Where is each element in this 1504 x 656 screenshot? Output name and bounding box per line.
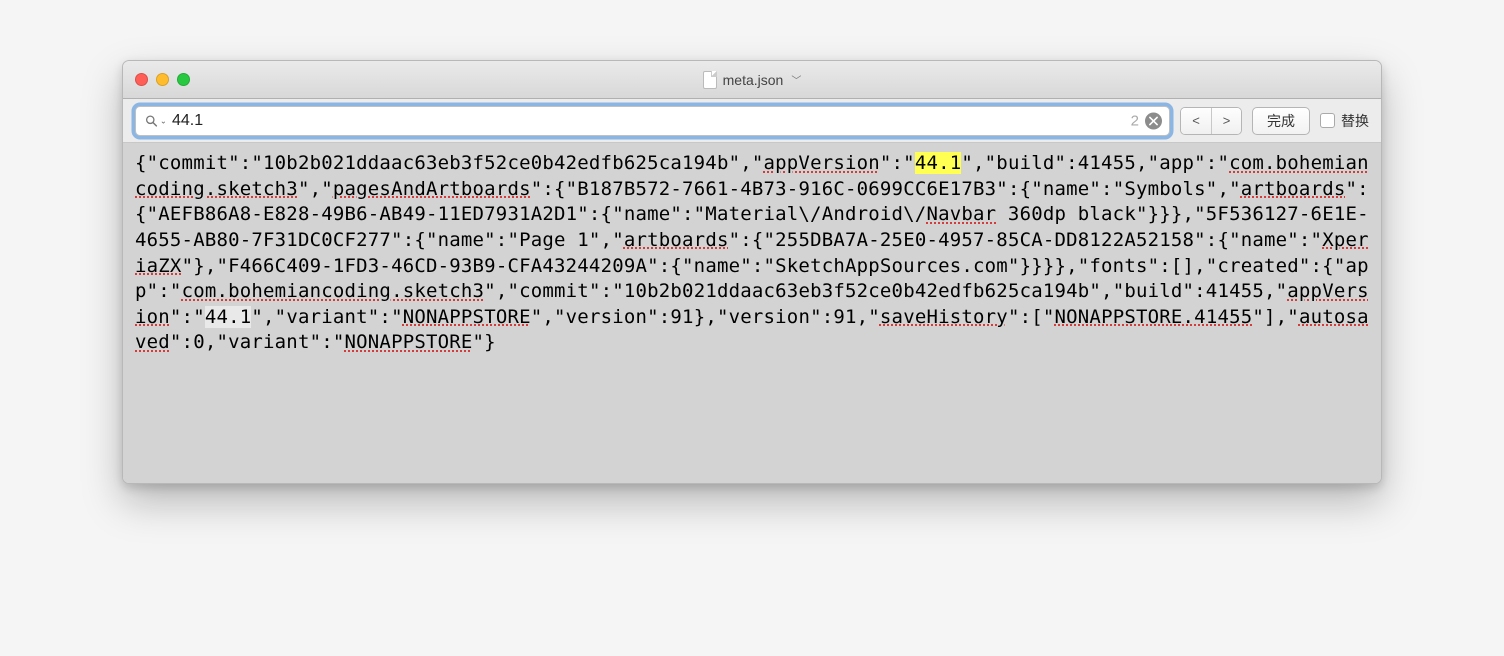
document-title-group[interactable]: meta.json ﹀ xyxy=(703,71,802,89)
text-run: appVersion xyxy=(764,152,880,174)
find-previous-button[interactable]: < xyxy=(1181,108,1211,134)
document-title: meta.json xyxy=(723,72,784,88)
prev-next-group: < > xyxy=(1180,107,1242,135)
clear-search-button[interactable] xyxy=(1145,112,1162,129)
text-run: ":" xyxy=(880,152,915,174)
search-icon xyxy=(145,114,158,127)
text-run: pagesAndArtboards xyxy=(333,178,531,200)
text-run: "} xyxy=(473,331,496,353)
text-run: "," xyxy=(298,178,333,200)
titlebar: meta.json ﹀ xyxy=(123,61,1381,99)
text-run: ","variant":" xyxy=(251,306,402,328)
text-run: artboards xyxy=(1241,178,1346,200)
minimize-button[interactable] xyxy=(156,73,169,86)
text-run: ":{"255DBA7A-25E0-4957-85CA-DD8122A52158… xyxy=(729,229,1323,251)
search-field-wrapper: ⌄ 2 xyxy=(135,106,1170,136)
text-run: ":[" xyxy=(1008,306,1055,328)
search-input[interactable] xyxy=(135,106,1170,136)
done-button[interactable]: 完成 xyxy=(1252,107,1310,135)
text-run: NONAPPSTORE xyxy=(345,331,473,353)
editor-window: meta.json ﹀ ⌄ 2 xyxy=(122,60,1382,484)
text-run: ","version":91},"version":91," xyxy=(531,306,880,328)
text-run: {"commit":"10b2b021ddaac63eb3f52ce0b42ed… xyxy=(135,152,764,174)
close-button[interactable] xyxy=(135,73,148,86)
search-left-adornment[interactable]: ⌄ xyxy=(145,114,167,127)
text-run: "]," xyxy=(1252,306,1299,328)
text-run: ","commit":"10b2b021ddaac63eb3f52ce0b42e… xyxy=(484,280,1287,302)
replace-checkbox[interactable] xyxy=(1320,113,1335,128)
text-run: NONAPPSTORE.41455 xyxy=(1055,306,1253,328)
search-match: 44.1 xyxy=(915,152,962,174)
document-content[interactable]: {"commit":"10b2b021ddaac63eb3f52ce0b42ed… xyxy=(123,143,1381,483)
chevron-down-icon: ﹀ xyxy=(791,72,801,87)
text-run: ","build":41455,"app":" xyxy=(961,152,1229,174)
text-run: NONAPPSTORE xyxy=(403,306,531,328)
search-options-chevron-icon: ⌄ xyxy=(160,116,167,125)
window-controls xyxy=(135,73,190,86)
text-run: artboards xyxy=(624,229,729,251)
replace-toggle-group[interactable]: 替换 xyxy=(1320,111,1369,131)
replace-label: 替换 xyxy=(1341,111,1369,131)
text-run: ":" xyxy=(170,306,205,328)
search-match: 44.1 xyxy=(205,306,252,328)
search-right-adornment: 2 xyxy=(1131,112,1162,129)
text-run: com.bohemiancoding.sketch3 xyxy=(182,280,485,302)
result-count: 2 xyxy=(1131,112,1139,129)
text-run: saveHistory xyxy=(880,306,1008,328)
title-center: meta.json ﹀ xyxy=(123,71,1381,89)
text-run: Navbar xyxy=(926,203,996,225)
find-bar: ⌄ 2 < > 完成 替换 xyxy=(123,99,1381,143)
zoom-button[interactable] xyxy=(177,73,190,86)
text-run: ":0,"variant":" xyxy=(170,331,345,353)
find-next-button[interactable]: > xyxy=(1211,108,1241,134)
document-icon xyxy=(703,71,717,89)
text-run: ":{"B187B572-7661-4B73-916C-0699CC6E17B3… xyxy=(531,178,1241,200)
x-icon xyxy=(1149,116,1158,125)
